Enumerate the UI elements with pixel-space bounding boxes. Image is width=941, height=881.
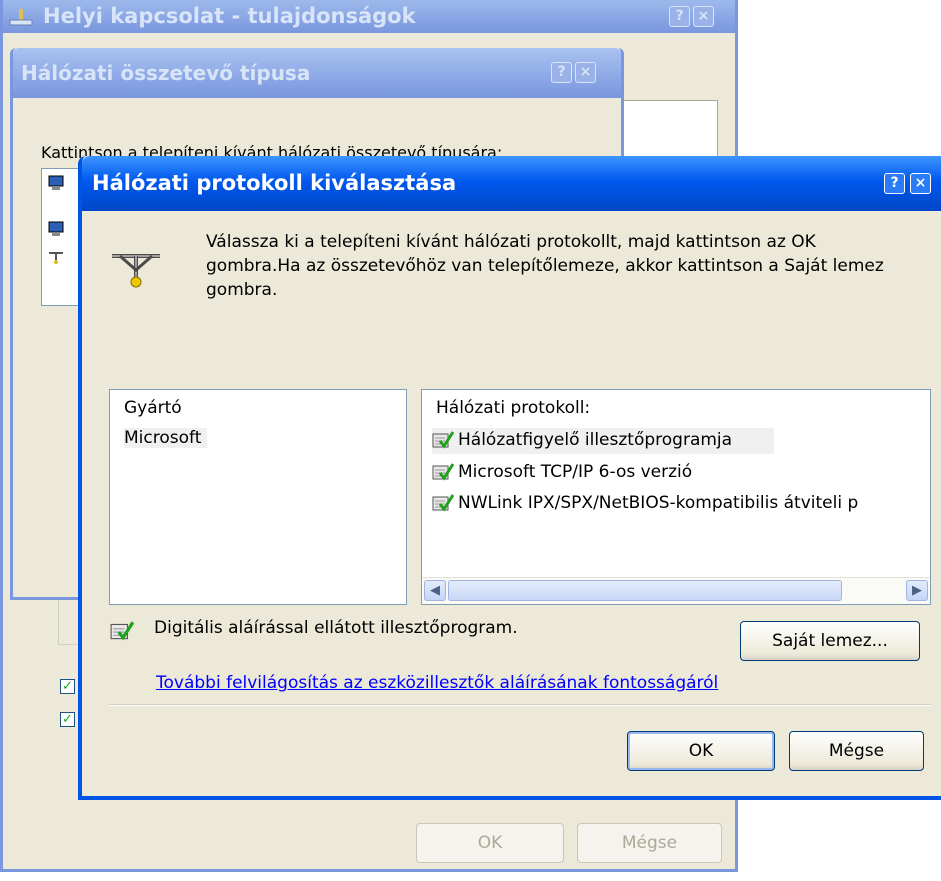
ok-button[interactable]: OK (627, 731, 775, 771)
dialog-close-button[interactable]: × (910, 173, 931, 194)
win1-checkbox-1[interactable]: ✓ (60, 679, 75, 694)
signed-driver-text: Digitális aláírással ellátott illesztőpr… (154, 618, 518, 638)
scroll-left-arrow-icon[interactable]: ◀ (424, 580, 446, 601)
win1-ok-button[interactable]: OK (416, 823, 564, 863)
dialog-title: Hálózati protokoll kiválasztása (92, 171, 457, 195)
win1-help-button[interactable]: ? (669, 6, 690, 27)
win1-titlebar[interactable]: Helyi kapcsolat - tulajdonságok ? × (3, 0, 735, 33)
protocol-name: Microsoft TCP/IP 6-os verzió (458, 462, 693, 482)
protocol-icon (49, 252, 63, 264)
protocol-list[interactable]: Hálózati protokoll: Hálózatfigyelő illes… (421, 389, 931, 605)
win1-checkbox-2[interactable]: ✓ (60, 712, 75, 727)
manufacturer-item[interactable]: Microsoft (124, 428, 208, 448)
service-icon (48, 221, 64, 236)
win2-titlebar[interactable]: Hálózati összetevő típusa ? × (13, 48, 621, 98)
signed-driver-icon (432, 494, 454, 512)
win2-close-button[interactable]: × (575, 62, 596, 83)
protocol-header: Hálózati protokoll: (436, 398, 591, 418)
protocol-row-2[interactable]: Microsoft TCP/IP 6-os verzió (432, 460, 912, 486)
scroll-thumb[interactable] (448, 580, 842, 601)
win2-title: Hálózati összetevő típusa (21, 61, 311, 85)
protocol-row-3[interactable]: NWLink IPX/SPX/NetBIOS-kompatibilis átvi… (432, 491, 930, 517)
win1-list-edge (616, 100, 718, 162)
scroll-right-arrow-icon[interactable]: ▶ (906, 580, 928, 601)
win2-help-button[interactable]: ? (551, 62, 572, 83)
signed-driver-icon (432, 463, 454, 481)
dialog-titlebar[interactable]: Hálózati protokoll kiválasztása ? × (82, 156, 941, 211)
protocol-name: Hálózatfigyelő illesztőprogramja (458, 430, 733, 450)
divider (109, 704, 931, 706)
dialog-help-button[interactable]: ? (884, 173, 905, 194)
have-disk-button[interactable]: Saját lemez... (740, 621, 920, 661)
protocol-row-1[interactable]: Hálózatfigyelő illesztőprogramja (432, 428, 774, 454)
client-icon (48, 175, 64, 190)
network-protocol-icon (112, 254, 160, 288)
protocol-name: NWLink IPX/SPX/NetBIOS-kompatibilis átvi… (458, 493, 859, 513)
manufacturer-header: Gyártó (124, 398, 182, 418)
win1-title: Helyi kapcsolat - tulajdonságok (43, 4, 416, 28)
driver-signing-link[interactable]: További felvilágosítás az eszközillesztő… (156, 673, 718, 693)
cancel-button[interactable]: Mégse (789, 731, 924, 771)
signed-driver-icon (432, 431, 454, 449)
dialog-instruction: Válassza ki a telepíteni kívánt hálózati… (206, 232, 884, 300)
manufacturer-list[interactable]: Gyártó Microsoft (109, 389, 407, 605)
win1-cancel-button[interactable]: Mégse (577, 823, 722, 863)
signed-driver-icon (110, 621, 134, 641)
horizontal-scrollbar[interactable]: ◀ ▶ (422, 577, 930, 604)
win1-close-button[interactable]: × (693, 6, 714, 27)
network-connection-icon (9, 9, 33, 26)
select-protocol-dialog: Hálózati protokoll kiválasztása ? × Vála… (78, 156, 941, 800)
